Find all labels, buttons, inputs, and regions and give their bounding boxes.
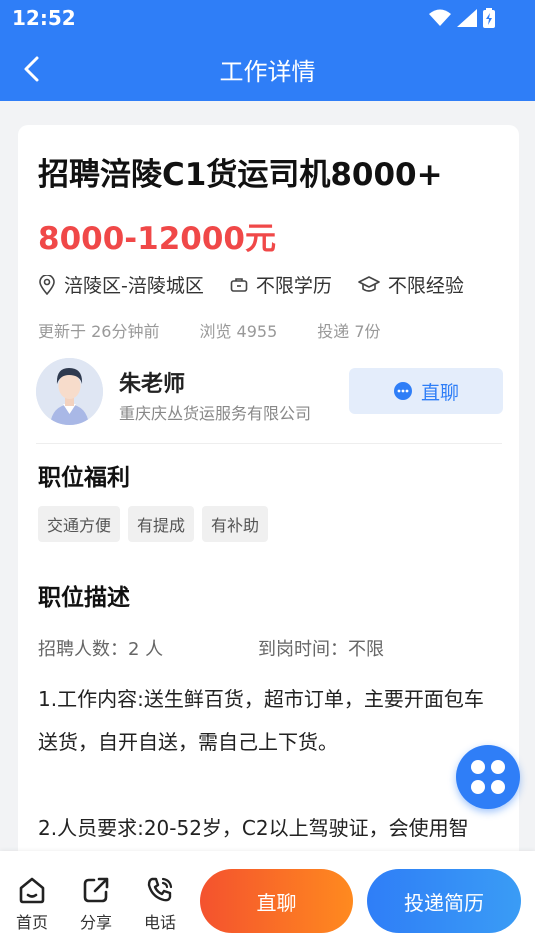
recruiter-company: 重庆庆丛货运服务有限公司 — [119, 404, 312, 423]
status-bar: 12:52 — [0, 0, 535, 36]
phone-icon — [147, 877, 173, 902]
tab-share-label: 分享 — [79, 913, 112, 932]
page-title: 工作详情 — [219, 58, 316, 86]
job-meta: 涪陵区-涪陵城区 不限学历 不限经验 — [38, 271, 490, 298]
recruiter-chat-label: 直聊 — [420, 381, 459, 404]
welfare-title: 职位福利 — [38, 465, 130, 491]
tab-phone[interactable]: 电话 — [138, 875, 182, 933]
tab-home-label: 首页 — [15, 913, 48, 932]
briefcase-icon — [230, 277, 248, 292]
apply-resume-button[interactable]: 投递简历 — [367, 869, 521, 933]
divider — [36, 443, 502, 444]
job-experience: 不限经验 — [358, 271, 464, 298]
grid-menu-icon[interactable] — [456, 745, 520, 809]
location-icon — [39, 274, 55, 295]
bottom-action-bar: 首页 分享 电话 直聊 投递简历 — [0, 851, 535, 951]
welfare-tags: 交通方便 有提成 有补助 — [38, 506, 276, 542]
battery-icon — [483, 8, 495, 28]
chat-bubble-icon — [393, 382, 412, 400]
description-title: 职位描述 — [38, 585, 130, 611]
description-text: 1.工作内容:送生鲜百货，超市订单，主要开面包车送货，自开自送，需自己上下货。 … — [38, 687, 484, 840]
grid-dot — [491, 760, 505, 774]
grid-dot — [471, 760, 485, 774]
graduation-cap-icon — [358, 275, 380, 292]
status-icons — [429, 8, 495, 28]
grid-dot — [491, 780, 505, 794]
chat-button[interactable]: 直聊 — [200, 869, 353, 933]
recruiter-chat-button[interactable]: 直聊 — [349, 368, 503, 414]
tab-share[interactable]: 分享 — [74, 875, 118, 933]
welfare-tag: 有补助 — [202, 506, 269, 542]
wifi-icon — [429, 9, 451, 26]
home-icon — [19, 877, 45, 904]
updated-time: 更新于 26分钟前 — [38, 322, 160, 341]
avatar — [36, 358, 103, 425]
job-salary: 8000-12000元 — [38, 221, 276, 257]
application-count: 投递 7份 — [317, 322, 381, 341]
signal-icon — [457, 9, 477, 27]
job-stats: 更新于 26分钟前 浏览 4955 投递 7份 — [38, 318, 421, 342]
tab-home[interactable]: 首页 — [10, 875, 54, 933]
job-title: 招聘涪陵C1货运司机8000+ — [38, 157, 443, 193]
recruiter-info: 朱老师 重庆庆丛货运服务有限公司 直聊 — [36, 358, 503, 428]
view-count: 浏览 4955 — [199, 322, 278, 341]
job-experience-text: 不限经验 — [387, 275, 464, 297]
job-location: 涪陵区-涪陵城区 — [38, 271, 204, 298]
requirements-row: 招聘人数：2 人 到岗时间：不限 — [38, 635, 384, 661]
job-detail-card: 招聘涪陵C1货运司机8000+ 8000-12000元 涪陵区-涪陵城区 不限学… — [18, 125, 519, 885]
grid-dot — [471, 780, 485, 794]
job-location-text: 涪陵区-涪陵城区 — [64, 275, 204, 297]
tab-phone-label: 电话 — [143, 913, 176, 932]
recruiter-name: 朱老师 — [119, 372, 186, 397]
share-icon — [83, 877, 109, 903]
header-bar: 工作详情 — [0, 36, 535, 101]
status-time: 12:52 — [12, 6, 76, 30]
avatar-image — [36, 358, 103, 425]
arrival-time: 到岗时间：不限 — [258, 639, 384, 660]
welfare-tag: 交通方便 — [38, 506, 121, 542]
welfare-tag: 有提成 — [128, 506, 195, 542]
headcount: 招聘人数：2 人 — [38, 639, 164, 660]
job-education: 不限学历 — [230, 271, 332, 298]
job-education-text: 不限学历 — [255, 275, 332, 297]
